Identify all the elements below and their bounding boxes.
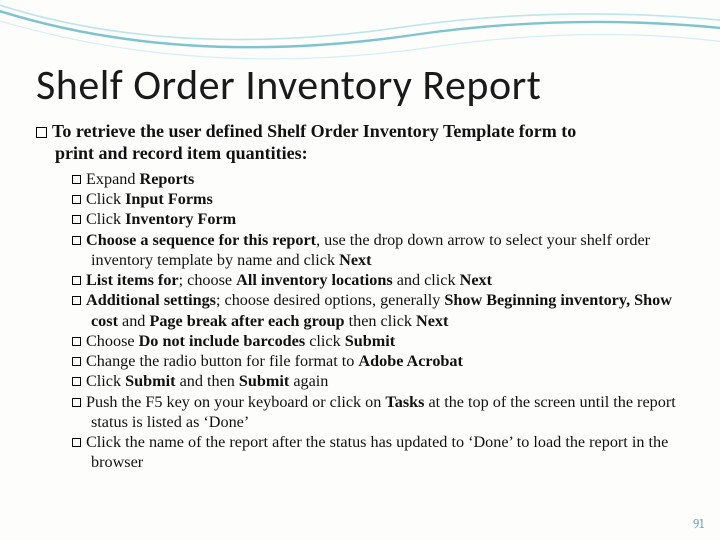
- lead-paragraph: To retrieve the user defined Shelf Order…: [36, 121, 690, 165]
- instruction-list: Expand ReportsClick Input FormsClick Inv…: [72, 169, 690, 473]
- list-item: Click the name of the report after the s…: [72, 432, 690, 473]
- list-item: List items for; choose All inventory loc…: [72, 270, 690, 290]
- bullet-box-icon: [72, 398, 81, 407]
- bullet-box-icon: [72, 377, 81, 386]
- list-item: Choose Do not include barcodes click Sub…: [72, 331, 690, 351]
- page-number: 91: [693, 517, 704, 532]
- lead-line-1: To retrieve the user defined Shelf Order…: [52, 121, 576, 141]
- bullet-box-icon: [72, 276, 81, 285]
- bullet-box-icon: [36, 127, 47, 138]
- slide-title: Shelf Order Inventory Report: [36, 60, 690, 111]
- bullet-box-icon: [72, 337, 81, 346]
- list-item: Choose a sequence for this report, use t…: [72, 230, 690, 271]
- bullet-box-icon: [72, 195, 81, 204]
- bullet-box-icon: [72, 438, 81, 447]
- bullet-box-icon: [72, 296, 81, 305]
- bullet-box-icon: [72, 236, 81, 245]
- list-item: Click Inventory Form: [72, 209, 690, 229]
- list-item: Click Input Forms: [72, 189, 690, 209]
- bullet-box-icon: [72, 215, 81, 224]
- lead-line-2: print and record item quantities:: [55, 143, 308, 163]
- bullet-box-icon: [72, 175, 81, 184]
- list-item: Additional settings; choose desired opti…: [72, 290, 690, 331]
- list-item: Expand Reports: [72, 169, 690, 189]
- list-item: Click Submit and then Submit again: [72, 371, 690, 391]
- slide-content: Shelf Order Inventory Report To retrieve…: [0, 0, 720, 473]
- bullet-box-icon: [72, 357, 81, 366]
- list-item: Push the F5 key on your keyboard or clic…: [72, 392, 690, 433]
- list-item: Change the radio button for file format …: [72, 351, 690, 371]
